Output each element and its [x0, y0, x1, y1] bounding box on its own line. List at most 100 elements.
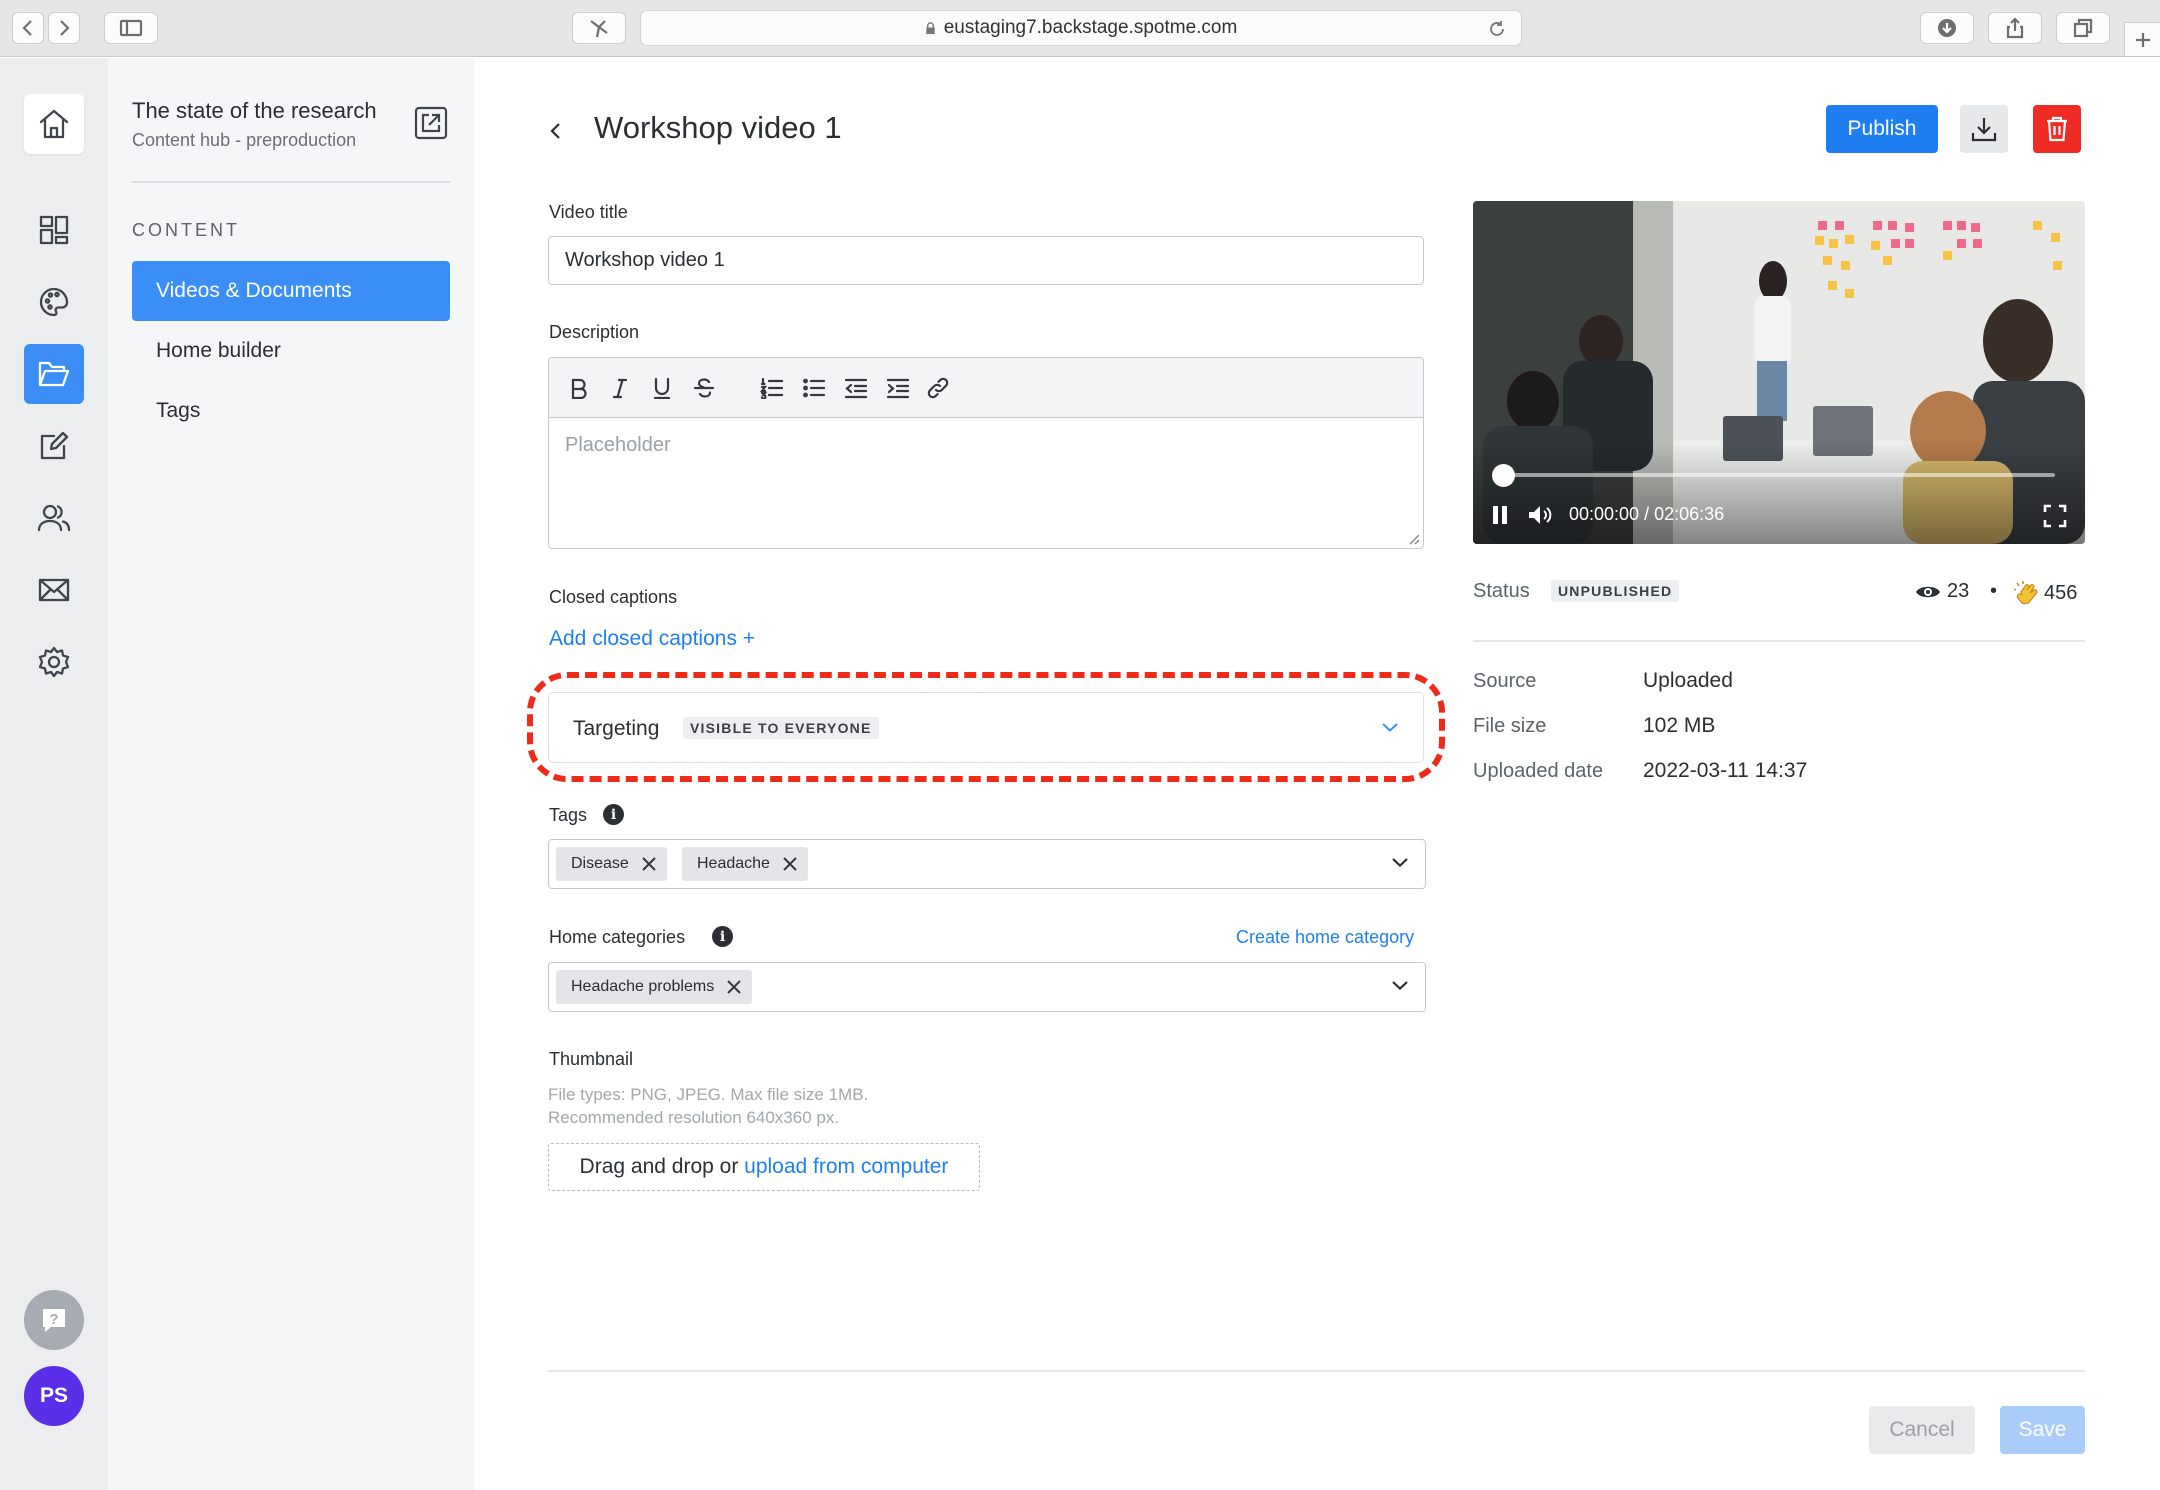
video-title-value: Workshop video 1	[565, 249, 725, 271]
browser-toolbar: eustaging7.backstage.spotme.com	[0, 0, 2160, 57]
close-icon[interactable]	[641, 856, 657, 872]
bullet-list-button[interactable]	[801, 375, 827, 401]
browser-back-button[interactable]	[12, 12, 44, 44]
publish-button[interactable]: Publish	[1826, 105, 1938, 153]
bold-button[interactable]	[565, 375, 591, 401]
plus-icon	[2135, 32, 2150, 47]
close-icon[interactable]	[726, 979, 742, 995]
video-progress-thumb[interactable]	[1492, 464, 1515, 487]
info-icon: i	[603, 804, 624, 825]
info-icon: i	[712, 926, 733, 947]
video-title-input[interactable]: Workshop video 1	[548, 236, 1424, 285]
stat-separator: •	[1990, 580, 1998, 602]
underline-icon	[653, 377, 671, 399]
tags-label: Tags	[549, 805, 588, 825]
create-home-category-link[interactable]: Create home category	[1236, 927, 1414, 948]
video-progress-track	[1503, 473, 2055, 477]
dropzone-text: Drag and drop or	[579, 1155, 739, 1178]
footer-divider	[548, 1370, 2085, 1372]
share-button[interactable]	[1988, 12, 2042, 44]
nav-item-tags[interactable]: Tags	[132, 381, 450, 441]
tag-chip: Headache	[682, 847, 808, 881]
rail-settings-button[interactable]	[24, 632, 84, 692]
chevron-down-icon	[1392, 981, 1408, 991]
outdent-icon	[844, 378, 868, 399]
tabs-icon	[2073, 18, 2093, 38]
url-text: eustaging7.backstage.spotme.com	[943, 17, 1238, 38]
reload-icon[interactable]	[1487, 19, 1507, 39]
gear-icon	[38, 646, 70, 678]
address-bar[interactable]: eustaging7.backstage.spotme.com	[640, 10, 1522, 46]
home-categories-label: Home categories	[549, 927, 686, 947]
avatar[interactable]: PS	[24, 1366, 84, 1426]
browser-forward-button[interactable]	[48, 12, 80, 44]
thumbnail-dropzone[interactable]: Drag and drop or upload from computer	[548, 1143, 980, 1191]
open-external-button[interactable]	[414, 106, 448, 140]
downloads-button[interactable]	[1920, 12, 1974, 44]
outdent-button[interactable]	[843, 375, 869, 401]
rich-text-toolbar	[549, 358, 1423, 418]
sidebar-toggle-button[interactable]	[104, 12, 158, 44]
video-controls-overlay	[1473, 441, 2085, 544]
download-circle-icon	[1938, 19, 1956, 37]
category-chip: Headache problems	[556, 970, 753, 1004]
panel-divider	[132, 181, 450, 183]
chevron-left-icon	[22, 20, 32, 36]
rail-people-button[interactable]	[24, 488, 84, 548]
closed-captions-label: Closed captions	[549, 587, 678, 607]
download-button[interactable]	[1960, 105, 2008, 153]
indent-button[interactable]	[885, 375, 911, 401]
rail-dashboard-button[interactable]	[24, 200, 84, 260]
tabs-overview-button[interactable]	[2056, 12, 2110, 44]
eye-icon	[1916, 586, 1940, 597]
description-editor[interactable]: Placeholder	[548, 357, 1424, 549]
meta-key-source: Source	[1473, 670, 1537, 692]
strikethrough-button[interactable]	[691, 375, 717, 401]
link-icon	[927, 377, 949, 399]
italic-button[interactable]	[607, 375, 633, 401]
cancel-button[interactable]: Cancel	[1869, 1406, 1975, 1454]
link-button[interactable]	[925, 375, 951, 401]
extension-button[interactable]	[572, 12, 626, 44]
info-divider	[1473, 640, 2085, 642]
pause-icon[interactable]	[1491, 505, 1509, 525]
save-button[interactable]: Save	[2000, 1406, 2085, 1454]
home-icon	[39, 109, 69, 139]
targeting-accordion[interactable]: Targeting VISIBLE TO EVERYONE	[548, 692, 1424, 763]
rail-edit-button[interactable]	[24, 416, 84, 476]
close-icon[interactable]	[782, 856, 798, 872]
nav-item-videos-documents[interactable]: Videos & Documents	[132, 261, 450, 321]
mail-icon	[38, 578, 70, 602]
meta-value-uploaded-date: 2022-03-11 14:37	[1643, 759, 1808, 782]
ordered-list-button[interactable]	[759, 375, 785, 401]
back-button[interactable]	[548, 120, 564, 147]
underline-button[interactable]	[649, 375, 675, 401]
edit-icon	[40, 431, 69, 460]
meta-key-uploaded-date: Uploaded date	[1473, 760, 1604, 782]
rail-mail-button[interactable]	[24, 560, 84, 620]
rail-design-button[interactable]	[24, 272, 84, 332]
thumbnail-hint-filetypes: File types: PNG, JPEG. Max file size 1MB…	[548, 1085, 869, 1104]
fullscreen-icon[interactable]	[2043, 504, 2067, 528]
video-player[interactable]: 00:00:00 / 02:06:36	[1473, 201, 2085, 544]
strikethrough-icon	[693, 378, 715, 398]
rail-home-button[interactable]	[24, 94, 84, 154]
project-subtitle: Content hub - preproduction	[132, 130, 357, 150]
chevron-down-icon	[1392, 858, 1408, 868]
views-value: 23	[1947, 580, 1970, 602]
delete-button[interactable]	[2033, 105, 2081, 153]
volume-icon[interactable]	[1527, 504, 1553, 526]
claps-value: 456	[2044, 581, 2078, 604]
indent-icon	[886, 378, 910, 399]
nav-item-home-builder[interactable]: Home builder	[132, 321, 450, 381]
palette-icon	[39, 287, 69, 317]
tags-select[interactable]: Disease Headache	[548, 839, 1426, 889]
upload-from-computer-link[interactable]: upload from computer	[744, 1155, 948, 1179]
meta-value-source: Uploaded	[1643, 669, 1733, 692]
add-closed-captions-link[interactable]: Add closed captions +	[549, 627, 755, 651]
new-tab-button[interactable]	[2124, 22, 2160, 56]
resize-handle-icon[interactable]	[1406, 531, 1420, 545]
rail-content-button[interactable]	[24, 344, 84, 404]
home-categories-select[interactable]: Headache problems	[548, 962, 1426, 1012]
help-button[interactable]: ?	[24, 1290, 84, 1350]
